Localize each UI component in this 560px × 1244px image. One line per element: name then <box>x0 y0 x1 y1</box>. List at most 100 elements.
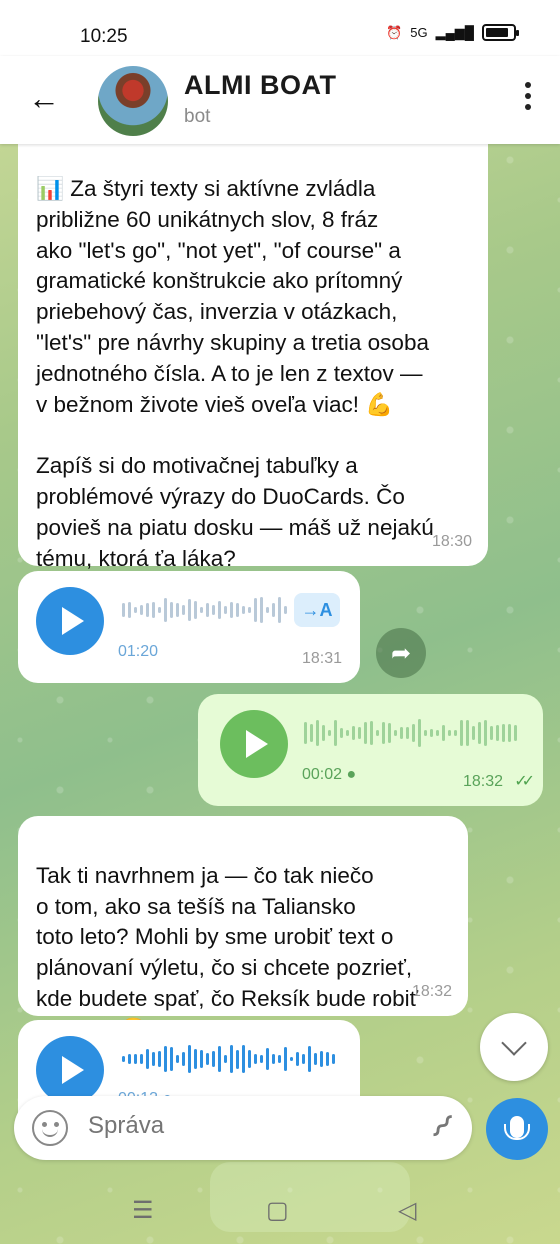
waveform-bar <box>254 597 257 623</box>
waveform-bar <box>328 729 331 737</box>
waveform-bar <box>146 603 149 617</box>
message-text: Zapíš si do motivačnej tabuľky a problém… <box>36 453 434 571</box>
microphone-button[interactable] <box>486 1098 548 1160</box>
waveform-bar <box>296 1051 299 1067</box>
waveform-bar <box>158 607 161 613</box>
signal-icon: ▂▄▆█ <box>435 24 474 40</box>
chat-header: ← ALMI BOAT bot <box>0 56 560 144</box>
voice-message-incoming[interactable]: →A 01:20 18:31 <box>18 571 360 683</box>
waveform-bar <box>260 1054 263 1064</box>
waveform-bar <box>364 721 367 745</box>
message-input[interactable] <box>88 1112 388 1140</box>
waveform-bar <box>302 1053 305 1065</box>
waveform-bar <box>182 604 185 616</box>
waveform-bar <box>310 724 313 742</box>
home-icon[interactable]: ▢ <box>266 1196 289 1225</box>
message-composer: ⌇ <box>14 1096 472 1160</box>
share-icon[interactable]: ➦ <box>376 628 426 678</box>
waveform-bar <box>496 724 499 742</box>
back-nav-icon[interactable]: ◁ <box>398 1196 416 1225</box>
waveform-bar <box>206 1053 209 1065</box>
waveform-bar <box>448 729 451 737</box>
waveform-bar <box>508 724 511 742</box>
waveform-bar <box>206 602 209 618</box>
waveform-bar <box>218 600 221 620</box>
waveform-bar <box>400 727 403 739</box>
waveform-bar <box>358 727 361 739</box>
waveform-bar <box>332 1054 335 1064</box>
waveform-bar <box>424 729 427 737</box>
waveform-bar <box>230 601 233 619</box>
message-text: 📊 Za štyri texty si aktívne zvládla prib… <box>36 176 429 417</box>
message-text: Tak ti navrhnem ja — čo tak niečo o tom,… <box>36 862 419 1042</box>
waveform-bar <box>460 720 463 746</box>
waveform-bar <box>140 1053 143 1065</box>
network-label: 5G <box>410 25 428 40</box>
waveform-bar <box>442 725 445 741</box>
waveform-bar <box>272 603 275 617</box>
waveform-bar <box>224 606 227 614</box>
scroll-down-button[interactable] <box>480 1013 548 1081</box>
waveform-bar <box>346 730 349 736</box>
waveform-bar <box>122 602 125 618</box>
waveform-bar <box>370 720 373 746</box>
waveform-bar <box>230 1045 233 1073</box>
waveform-bar <box>248 607 251 613</box>
read-checks-icon: ✓✓ <box>514 773 535 791</box>
waveform-bar <box>466 720 469 746</box>
more-menu-icon[interactable] <box>524 82 532 110</box>
waveform-bar <box>248 1049 251 1069</box>
waveform-bar <box>140 605 143 615</box>
play-icon[interactable] <box>36 587 104 655</box>
waveform-bar <box>152 602 155 618</box>
message-time: 18:32 <box>462 773 503 791</box>
waveform-bar <box>326 1051 329 1067</box>
battery-icon <box>482 24 519 41</box>
waveform-bar <box>352 726 355 740</box>
waveform-bar <box>322 724 325 742</box>
status-time: 10:25 <box>80 26 128 47</box>
chat-title[interactable]: ALMI BOAT <box>184 70 336 101</box>
message-time: 18:31 <box>301 650 342 668</box>
message-time: 18:30 <box>431 533 472 551</box>
emoji-icon[interactable] <box>32 1110 68 1146</box>
play-icon[interactable] <box>36 1036 104 1104</box>
waveform-bar <box>260 597 263 623</box>
waveform-bar <box>394 730 397 736</box>
play-icon[interactable] <box>220 710 288 778</box>
waveform-bar <box>320 1051 323 1067</box>
waveform-bar <box>304 722 307 744</box>
waveform-bar <box>170 1046 173 1072</box>
message-bubble-incoming[interactable]: Tak ti navrhnem ja — čo tak niečo o tom,… <box>18 816 468 1042</box>
waveform-bar <box>128 601 131 619</box>
waveform-bar <box>128 1053 131 1065</box>
waveform[interactable] <box>304 718 517 748</box>
chevron-down-icon <box>501 1030 527 1056</box>
avatar[interactable] <box>98 66 168 136</box>
waveform-bar <box>254 1053 257 1065</box>
waveform-bar <box>412 723 415 743</box>
waveform-bar <box>388 722 391 744</box>
waveform-bar <box>376 729 379 737</box>
back-arrow-icon[interactable]: ← <box>28 78 60 118</box>
waveform-bar <box>502 723 505 743</box>
microphone-icon <box>504 1116 530 1140</box>
waveform-bar <box>236 1049 239 1069</box>
waveform-bar <box>278 597 281 623</box>
transcribe-button[interactable]: →A <box>294 593 340 627</box>
message-bubble-incoming[interactable]: 📊 Za štyri texty si aktívne zvládla prib… <box>18 130 488 571</box>
voice-message-outgoing[interactable]: 00:02 ● 18:32 ✓✓ <box>198 694 543 806</box>
waveform-bar <box>340 727 343 739</box>
waveform-bar <box>212 605 215 615</box>
waveform-bar <box>242 606 245 614</box>
waveform-bar <box>314 1053 317 1065</box>
waveform-bar <box>430 729 433 737</box>
waveform[interactable] <box>122 1044 335 1074</box>
waveform[interactable] <box>122 595 287 625</box>
waveform-bar <box>170 601 173 619</box>
recents-icon[interactable]: ☰ <box>132 1196 154 1225</box>
waveform-bar <box>212 1051 215 1067</box>
attach-icon[interactable]: ⌇ <box>422 1108 461 1147</box>
waveform-bar <box>146 1048 149 1070</box>
waveform-bar <box>284 605 287 615</box>
